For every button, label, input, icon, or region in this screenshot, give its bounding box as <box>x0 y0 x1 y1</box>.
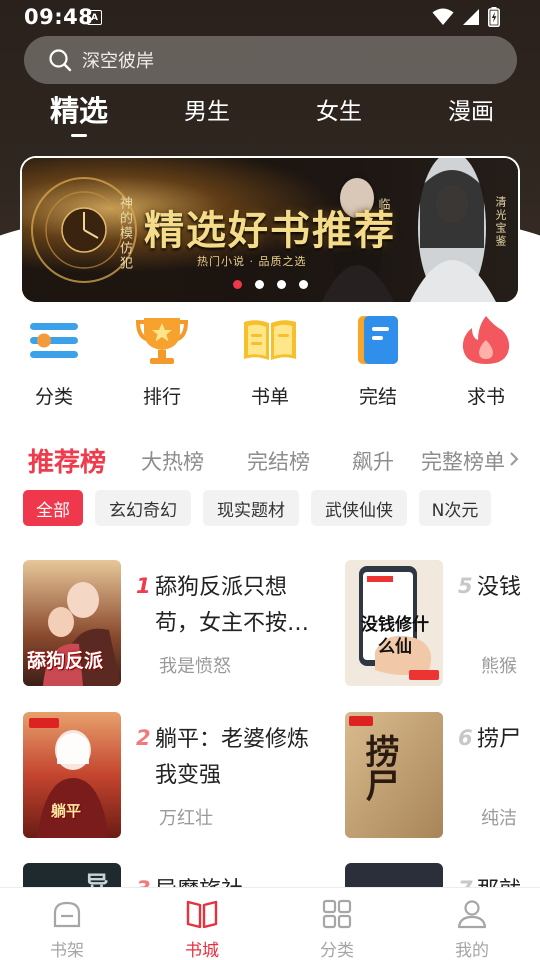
category-entry-classify[interactable]: 分类 <box>14 312 94 409</box>
tab-rising-rank[interactable]: 飙升 <box>352 446 394 476</box>
category-entry-finished[interactable]: 完结 <box>338 312 418 409</box>
book-cover[interactable]: 没钱修什么仙 <box>345 560 443 686</box>
tab-comic[interactable]: 漫画 <box>446 92 496 126</box>
nav-profile[interactable]: 我的 <box>432 898 512 960</box>
banner-side-text-right: 清光宝鉴 <box>494 196 507 248</box>
status-time: 09:48 <box>24 5 94 29</box>
nav-bookstore[interactable]: 书城 <box>162 898 242 960</box>
book-card[interactable]: 舔狗反派 1 舔狗反派只想苟，女主不按… 我是愤怒 <box>23 560 343 686</box>
status-bar: 09:48 A <box>0 0 540 34</box>
book-author: 纯洁 <box>481 808 517 829</box>
category-label: 求书 <box>466 386 505 408</box>
category-label: 完结 <box>358 386 397 408</box>
battery-icon <box>488 7 500 27</box>
tab-selected[interactable]: 精选 <box>46 88 112 130</box>
wifi-icon <box>432 8 454 25</box>
promo-banner[interactable]: 神的模仿犯 临圣 清光宝鉴 精选好书推荐 热门小说 · 品质之选 <box>22 158 518 302</box>
chip-wuxia[interactable]: 武侠仙侠 <box>311 490 407 526</box>
book-card[interactable]: 异 3 异魔旅社 <box>23 863 343 890</box>
category-entry-booklist[interactable]: 书单 <box>230 312 310 409</box>
category-entry-request[interactable]: 求书 <box>446 312 526 409</box>
search-bar[interactable]: 深空彼岸 <box>24 36 517 84</box>
book-author: 熊猴 <box>481 656 517 677</box>
banner-dot[interactable] <box>276 280 286 289</box>
cover-title-text: 躺平 <box>51 802 82 820</box>
chip-all[interactable]: 全部 <box>23 490 83 526</box>
search-input[interactable]: 深空彼岸 <box>82 47 154 73</box>
book-cover[interactable]: 捞尸 <box>345 712 443 838</box>
book-rank-number: 5 <box>458 574 473 598</box>
tab-recommend-rank[interactable]: 推荐榜 <box>28 442 106 479</box>
banner-dot[interactable] <box>254 280 264 289</box>
ranking-tab-bar: 推荐榜 大热榜 完结榜 飙升 完整榜单 <box>0 440 540 480</box>
app-screen: 09:48 A 深空彼岸 精选 男生 女生 漫画 神的模仿犯 临圣 清光宝鉴 精… <box>0 0 540 960</box>
quick-category-row: 分类 排行 书单 完结 求书 <box>0 312 540 422</box>
book-author: 我是愤怒 <box>159 656 231 677</box>
category-entry-ranking[interactable]: 排行 <box>122 312 202 409</box>
nav-label: 书架 <box>50 941 84 960</box>
chip-realism[interactable]: 现实题材 <box>203 490 299 526</box>
book-cover[interactable] <box>345 863 443 890</box>
book-cover[interactable]: 舔狗反派 <box>23 560 121 686</box>
nav-label: 分类 <box>320 941 354 960</box>
cover-title-text: 舔狗反派 <box>27 650 104 672</box>
grid-category-icon <box>322 899 352 929</box>
notification-a-icon: A <box>87 10 102 25</box>
status-icons <box>432 7 500 27</box>
banner-dot[interactable] <box>232 280 242 289</box>
book-title[interactable]: 舔狗反派只想苟，女主不按… <box>155 570 325 642</box>
book-cover[interactable]: 异 <box>23 863 121 890</box>
trophy-icon <box>135 318 189 364</box>
nav-bookshelf[interactable]: 书架 <box>27 898 107 960</box>
banner-side-text-left: 神的模仿犯 <box>117 196 132 271</box>
cover-title-text: 捞尸 <box>359 734 399 802</box>
chip-fantasy[interactable]: 玄幻奇幻 <box>95 490 191 526</box>
finished-book-icon <box>358 316 398 364</box>
nav-label: 书城 <box>185 941 219 960</box>
chip-n-dimension[interactable]: N次元 <box>419 490 491 526</box>
tab-hot-rank[interactable]: 大热榜 <box>141 446 204 476</box>
cover-title-text: 没钱修什么仙 <box>361 615 429 657</box>
nav-label: 我的 <box>455 941 489 960</box>
book-author: 万红壮 <box>159 808 213 829</box>
category-label: 排行 <box>142 386 181 408</box>
flame-icon <box>462 316 510 364</box>
bottom-navigation: 书架 书城 分类 我的 <box>0 887 540 960</box>
nav-category[interactable]: 分类 <box>297 898 377 960</box>
full-ranking-link[interactable]: 完整榜单 <box>421 446 505 476</box>
ranking-book-grid: 舔狗反派 1 舔狗反派只想苟，女主不按… 我是愤怒 躺平 2 躺平：老婆修炼我变… <box>0 560 540 890</box>
book-rank-number: 2 <box>136 726 151 750</box>
book-cover[interactable]: 躺平 <box>23 712 121 838</box>
active-tab-indicator <box>71 134 87 137</box>
book-card[interactable]: 躺平 2 躺平：老婆修炼我变强 万红壮 <box>23 712 343 838</box>
tab-male[interactable]: 男生 <box>182 92 232 126</box>
book-rank-number: 1 <box>136 574 151 598</box>
bookstore-icon <box>186 900 218 929</box>
banner-subtitle: 热门小说 · 品质之选 <box>197 255 307 268</box>
category-label: 分类 <box>34 386 73 408</box>
book-card[interactable]: 没钱修什么仙 5 没钱 熊猴 <box>345 560 540 686</box>
signal-icon <box>463 9 479 25</box>
book-title[interactable]: 没钱 <box>477 570 540 606</box>
banner-dot[interactable] <box>298 280 308 289</box>
genre-filter-chips: 全部 玄幻奇幻 现实题材 武侠仙侠 N次元 <box>0 490 540 528</box>
category-label: 书单 <box>250 386 289 408</box>
search-icon <box>49 49 72 72</box>
banner-title: 精选好书推荐 <box>144 207 396 254</box>
tab-female[interactable]: 女生 <box>314 92 364 126</box>
banner-pagination <box>22 280 518 289</box>
book-card[interactable]: 捞尸 6 捞尸 纯洁 <box>345 712 540 838</box>
book-title[interactable]: 躺平：老婆修炼我变强 <box>155 722 325 794</box>
book-rank-number: 6 <box>458 726 473 750</box>
tab-finished-rank[interactable]: 完结榜 <box>247 446 310 476</box>
category-list-icon <box>30 323 78 358</box>
open-book-icon <box>244 320 296 360</box>
profile-icon <box>457 900 487 929</box>
book-title[interactable]: 捞尸 <box>477 722 540 758</box>
book-card[interactable]: 7 那就 <box>345 863 540 890</box>
top-tab-bar: 精选 男生 女生 漫画 <box>0 88 540 140</box>
chevron-right-icon[interactable] <box>508 450 520 468</box>
bookshelf-icon <box>53 901 81 928</box>
